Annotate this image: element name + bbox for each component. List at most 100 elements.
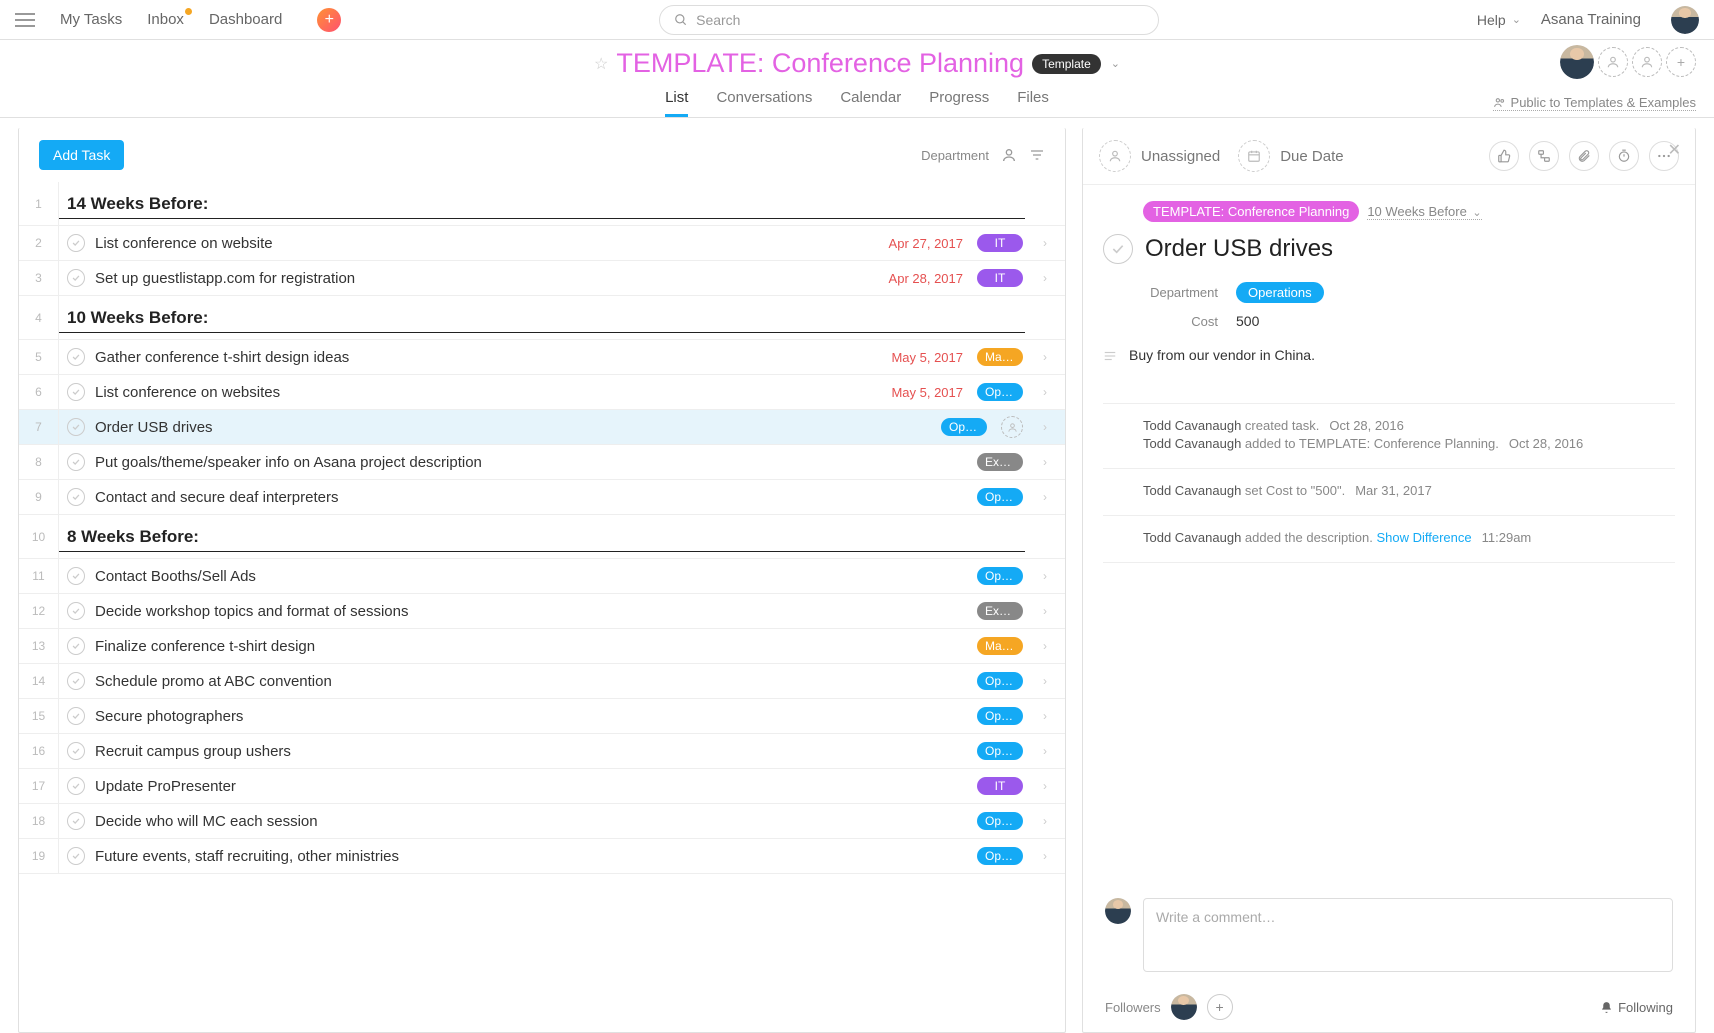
department-tag[interactable]: Exec… (977, 602, 1023, 620)
task-row[interactable]: 11Contact Booths/Sell AdsOper…› (19, 559, 1065, 594)
close-icon[interactable]: ✕ (1668, 140, 1681, 160)
department-tag[interactable]: Oper… (977, 707, 1023, 725)
section-header[interactable]: 114 Weeks Before: (19, 182, 1065, 226)
assignee-placeholder[interactable] (1099, 140, 1131, 172)
task-row[interactable]: 17Update ProPresenterIT› (19, 769, 1065, 804)
complete-checkbox[interactable] (67, 383, 85, 401)
complete-checkbox[interactable] (67, 847, 85, 865)
help-link[interactable]: Help⌄ (1477, 12, 1521, 28)
task-row[interactable]: 12Decide workshop topics and format of s… (19, 594, 1065, 629)
task-list[interactable]: 114 Weeks Before:2List conference on web… (19, 182, 1065, 1032)
section-header[interactable]: 410 Weeks Before: (19, 296, 1065, 340)
star-icon[interactable]: ☆ (594, 54, 608, 74)
department-tag[interactable]: Oper… (941, 418, 987, 436)
task-row[interactable]: 2List conference on websiteApr 27, 2017I… (19, 226, 1065, 261)
project-menu-chevron[interactable]: ⌄ (1111, 57, 1120, 70)
complete-checkbox[interactable] (67, 707, 85, 725)
department-tag[interactable]: Oper… (977, 812, 1023, 830)
field-value-department[interactable]: Operations (1236, 282, 1324, 303)
complete-checkbox[interactable] (67, 453, 85, 471)
tab-calendar[interactable]: Calendar (840, 89, 901, 117)
timer-button[interactable] (1609, 141, 1639, 171)
task-row[interactable]: 5Gather conference t-shirt design ideasM… (19, 340, 1065, 375)
tab-list[interactable]: List (665, 89, 688, 117)
complete-checkbox[interactable] (67, 348, 85, 366)
due-date-placeholder[interactable] (1238, 140, 1270, 172)
sort-field-label[interactable]: Department (921, 148, 989, 163)
task-row[interactable]: 16Recruit campus group ushersOper…› (19, 734, 1065, 769)
task-row[interactable]: 18Decide who will MC each sessionOper…› (19, 804, 1065, 839)
task-row[interactable]: 3Set up guestlistapp.com for registratio… (19, 261, 1065, 296)
department-tag[interactable]: Oper… (977, 742, 1023, 760)
field-value-cost[interactable]: 500 (1236, 313, 1259, 329)
task-row[interactable]: 8Put goals/theme/speaker info on Asana p… (19, 445, 1065, 480)
add-task-button[interactable]: Add Task (39, 140, 124, 170)
show-difference-link[interactable]: Show Difference (1376, 530, 1471, 545)
assignee-label[interactable]: Unassigned (1141, 148, 1220, 165)
task-title[interactable]: Order USB drives (1145, 235, 1333, 263)
menu-icon[interactable] (15, 13, 35, 27)
task-row[interactable]: 9Contact and secure deaf interpretersOpe… (19, 480, 1065, 515)
project-title[interactable]: TEMPLATE: Conference Planning (616, 48, 1024, 79)
member-avatar[interactable] (1560, 45, 1594, 79)
task-description[interactable]: Buy from our vendor in China. (1129, 347, 1315, 363)
complete-checkbox[interactable] (67, 602, 85, 620)
complete-task-button[interactable] (1103, 234, 1133, 264)
department-tag[interactable]: Mark… (977, 637, 1023, 655)
complete-checkbox[interactable] (67, 418, 85, 436)
task-row[interactable]: 14Schedule promo at ABC conventionOper…› (19, 664, 1065, 699)
task-row[interactable]: 19Future events, staff recruiting, other… (19, 839, 1065, 874)
complete-checkbox[interactable] (67, 777, 85, 795)
department-tag[interactable]: Oper… (977, 672, 1023, 690)
task-row[interactable]: 6List conference on websitesMay 5, 2017O… (19, 375, 1065, 410)
complete-checkbox[interactable] (67, 637, 85, 655)
quick-add-button[interactable]: + (317, 8, 341, 32)
department-tag[interactable]: Oper… (977, 847, 1023, 865)
task-row[interactable]: 15Secure photographersOper…› (19, 699, 1065, 734)
workspace-name[interactable]: Asana Training (1541, 11, 1641, 28)
tab-conversations[interactable]: Conversations (716, 89, 812, 117)
complete-checkbox[interactable] (67, 234, 85, 252)
section-header[interactable]: 108 Weeks Before: (19, 515, 1065, 559)
task-row[interactable]: 13Finalize conference t-shirt designMark… (19, 629, 1065, 664)
add-member-placeholder[interactable] (1632, 47, 1662, 77)
complete-checkbox[interactable] (67, 488, 85, 506)
filter-icon[interactable] (1029, 147, 1045, 163)
department-tag[interactable]: IT (977, 269, 1023, 287)
due-date-label[interactable]: Due Date (1280, 148, 1343, 165)
add-follower-button[interactable]: + (1207, 994, 1233, 1020)
department-tag[interactable]: Exec… (977, 453, 1023, 471)
department-tag[interactable]: Oper… (977, 488, 1023, 506)
assignee-filter-icon[interactable] (1001, 147, 1017, 163)
user-avatar[interactable] (1671, 6, 1699, 34)
attachment-button[interactable] (1569, 141, 1599, 171)
subtask-button[interactable] (1529, 141, 1559, 171)
project-privacy[interactable]: Public to Templates & Examples (1493, 95, 1696, 111)
task-row[interactable]: 7Order USB drivesOper…› (19, 410, 1065, 445)
complete-checkbox[interactable] (67, 672, 85, 690)
add-member-button[interactable]: + (1666, 47, 1696, 77)
complete-checkbox[interactable] (67, 812, 85, 830)
like-button[interactable] (1489, 141, 1519, 171)
department-tag[interactable]: IT (977, 234, 1023, 252)
detail-section-link[interactable]: 10 Weeks Before ⌄ (1367, 204, 1481, 220)
tab-files[interactable]: Files (1017, 89, 1049, 117)
add-member-placeholder[interactable] (1598, 47, 1628, 77)
department-tag[interactable]: Mark… (977, 348, 1023, 366)
search-input[interactable]: Search (659, 5, 1159, 35)
detail-project-pill[interactable]: TEMPLATE: Conference Planning (1143, 201, 1359, 222)
tab-progress[interactable]: Progress (929, 89, 989, 117)
nav-dashboard[interactable]: Dashboard (209, 11, 282, 28)
nav-my-tasks[interactable]: My Tasks (60, 11, 122, 28)
complete-checkbox[interactable] (67, 567, 85, 585)
nav-inbox[interactable]: Inbox (147, 11, 184, 28)
assignee-placeholder[interactable] (1001, 416, 1023, 438)
complete-checkbox[interactable] (67, 269, 85, 287)
department-tag[interactable]: Oper… (977, 383, 1023, 401)
complete-checkbox[interactable] (67, 742, 85, 760)
department-tag[interactable]: Oper… (977, 567, 1023, 585)
department-tag[interactable]: IT (977, 777, 1023, 795)
comment-input[interactable]: Write a comment… (1143, 898, 1673, 972)
follower-avatar[interactable] (1171, 994, 1197, 1020)
following-toggle[interactable]: Following (1600, 1000, 1673, 1015)
